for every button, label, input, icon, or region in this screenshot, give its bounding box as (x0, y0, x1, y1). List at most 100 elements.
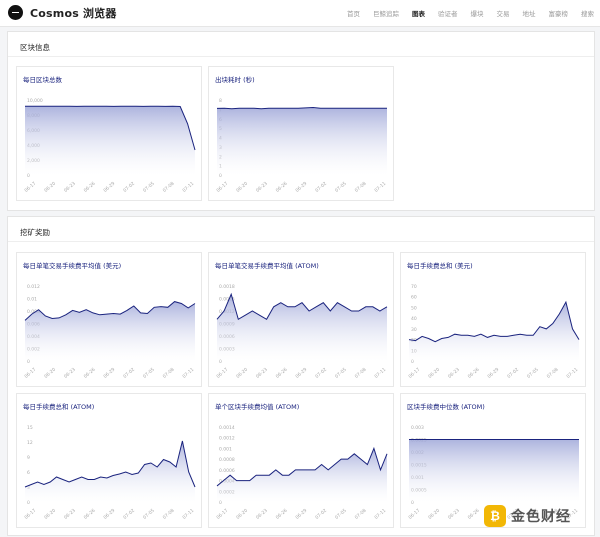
area-chart[interactable]: 0.00140.00120.0010.00080.00060.00040.000… (209, 394, 393, 527)
series-area (217, 107, 387, 175)
x-tick-label: 06-17 (407, 367, 421, 380)
x-tick-label: 06-17 (215, 508, 229, 521)
section-title-mining-reward: 挖矿奖励 (8, 217, 594, 242)
x-tick-label: 07-08 (546, 367, 560, 380)
x-tick-label: 06-23 (447, 367, 461, 380)
chart-card: 出块耗时 (秒)87654321006-1706-2006-2306-2606-… (208, 66, 394, 201)
x-tick-label: 06-29 (486, 367, 500, 380)
x-tick-label: 06-20 (43, 508, 57, 521)
x-tick-label: 06-26 (467, 508, 481, 521)
x-tick-label: 06-17 (23, 508, 37, 521)
x-tick-label: 07-11 (373, 367, 387, 380)
series-area (25, 301, 195, 361)
y-tick-label: 0.0006 (219, 468, 235, 474)
area-chart[interactable]: 1512963006-1706-2006-2306-2606-2907-0207… (17, 394, 201, 527)
y-tick-label: 0.0014 (219, 425, 235, 431)
x-tick-label: 06-29 (294, 367, 308, 380)
x-tick-label: 07-02 (122, 508, 136, 521)
x-tick-label: 07-05 (334, 367, 348, 380)
y-tick-label: 70 (411, 284, 417, 290)
x-tick-label: 07-11 (373, 508, 387, 521)
x-tick-label: 06-20 (235, 181, 249, 194)
x-tick-label: 07-11 (181, 367, 195, 380)
y-tick-label: 6 (27, 470, 30, 476)
x-tick-label: 07-08 (162, 508, 176, 521)
x-tick-label: 06-17 (407, 508, 421, 521)
x-tick-label: 06-23 (255, 367, 269, 380)
nav-item-6[interactable]: 地址 (523, 8, 536, 18)
area-chart[interactable]: 70605040302010006-1706-2006-2306-2606-29… (401, 253, 585, 386)
x-tick-label: 07-05 (526, 367, 540, 380)
area-chart[interactable]: 0.00180.00150.00120.00090.00060.0003006-… (209, 253, 393, 386)
x-tick-label: 06-20 (235, 508, 249, 521)
cosmos-logo-icon[interactable] (8, 5, 23, 20)
y-tick-label: 0.01 (27, 297, 37, 303)
x-tick-label: 06-23 (255, 508, 269, 521)
x-tick-label: 07-05 (142, 508, 156, 521)
x-tick-label: 06-26 (83, 181, 97, 194)
nav-item-3[interactable]: 验证者 (438, 8, 458, 18)
y-tick-label: 0.0012 (219, 436, 235, 442)
y-tick-label: 9 (27, 455, 30, 461)
series-area (217, 448, 387, 502)
x-tick-label: 06-20 (235, 367, 249, 380)
x-tick-label: 06-23 (447, 508, 461, 521)
x-tick-label: 07-11 (565, 367, 579, 380)
x-tick-label: 06-23 (255, 181, 269, 194)
series-area (217, 294, 387, 361)
x-tick-label: 06-23 (63, 367, 77, 380)
main-nav: 首页 巨鲸追踪 图表 验证者 爆块 交易 地址 富豪榜 搜索 (334, 8, 594, 18)
x-tick-label: 07-02 (122, 181, 136, 194)
x-tick-label: 06-26 (275, 367, 289, 380)
x-tick-label: 06-17 (215, 367, 229, 380)
x-tick-label: 06-29 (102, 181, 116, 194)
nav-item-0[interactable]: 首页 (347, 8, 360, 18)
chart-card: 每日单笔交易手续费平均值 (美元)0.0120.010.0080.0060.00… (16, 252, 202, 387)
x-tick-label: 06-29 (294, 508, 308, 521)
chart-card: 每日区块总数10,0008,0006,0004,0002,000006-1706… (16, 66, 202, 201)
y-tick-label: 0.001 (219, 446, 232, 452)
x-tick-label: 06-20 (427, 508, 441, 521)
nav-item-4[interactable]: 爆块 (471, 8, 484, 18)
x-tick-label: 06-17 (23, 367, 37, 380)
x-tick-label: 07-05 (334, 508, 348, 521)
x-tick-label: 06-20 (427, 367, 441, 380)
top-navigation-bar: Cosmos 浏览器 首页 巨鲸追踪 图表 验证者 爆块 交易 地址 富豪榜 搜索 (0, 0, 600, 27)
x-tick-label: 07-08 (354, 508, 368, 521)
area-chart[interactable]: 10,0008,0006,0004,0002,000006-1706-2006-… (17, 67, 201, 200)
nav-item-2[interactable]: 图表 (412, 8, 425, 18)
x-tick-label: 06-26 (83, 367, 97, 380)
chart-card: 每日手续费总和 (ATOM)1512963006-1706-2006-2306-… (16, 393, 202, 528)
x-tick-label: 07-02 (314, 181, 328, 194)
y-tick-label: 60 (411, 295, 417, 301)
x-tick-label: 06-29 (102, 367, 116, 380)
series-area (409, 302, 579, 361)
nav-item-7[interactable]: 富豪榜 (549, 8, 569, 18)
watermark-text: 金色财经 (511, 509, 571, 525)
y-tick-label: 40 (411, 316, 417, 322)
y-tick-label: 8 (219, 98, 222, 104)
x-tick-label: 07-11 (373, 181, 387, 194)
x-tick-label: 06-20 (43, 367, 57, 380)
x-tick-label: 06-29 (102, 508, 116, 521)
watermark-logo-icon: ₿ (484, 505, 506, 527)
y-tick-label: 30 (411, 327, 417, 333)
x-tick-label: 07-11 (181, 508, 195, 521)
x-tick-label: 06-20 (43, 181, 57, 194)
area-chart[interactable]: 87654321006-1706-2006-2306-2606-2907-020… (209, 67, 393, 200)
series-area (25, 106, 195, 175)
x-tick-label: 06-23 (63, 508, 77, 521)
x-tick-label: 06-26 (275, 508, 289, 521)
y-tick-label: 12 (27, 440, 33, 446)
x-tick-label: 07-08 (162, 181, 176, 194)
y-tick-label: 10,000 (27, 98, 43, 104)
nav-item-1[interactable]: 巨鲸追踪 (373, 8, 399, 18)
nav-item-5[interactable]: 交易 (497, 8, 510, 18)
brand-title[interactable]: Cosmos 浏览器 (30, 5, 117, 21)
x-tick-label: 07-02 (314, 508, 328, 521)
x-tick-label: 06-17 (23, 181, 37, 194)
nav-item-8[interactable]: 搜索 (581, 8, 594, 18)
x-tick-label: 07-08 (162, 367, 176, 380)
x-tick-label: 07-11 (181, 181, 195, 194)
area-chart[interactable]: 0.0120.010.0080.0060.0040.002006-1706-20… (17, 253, 201, 386)
